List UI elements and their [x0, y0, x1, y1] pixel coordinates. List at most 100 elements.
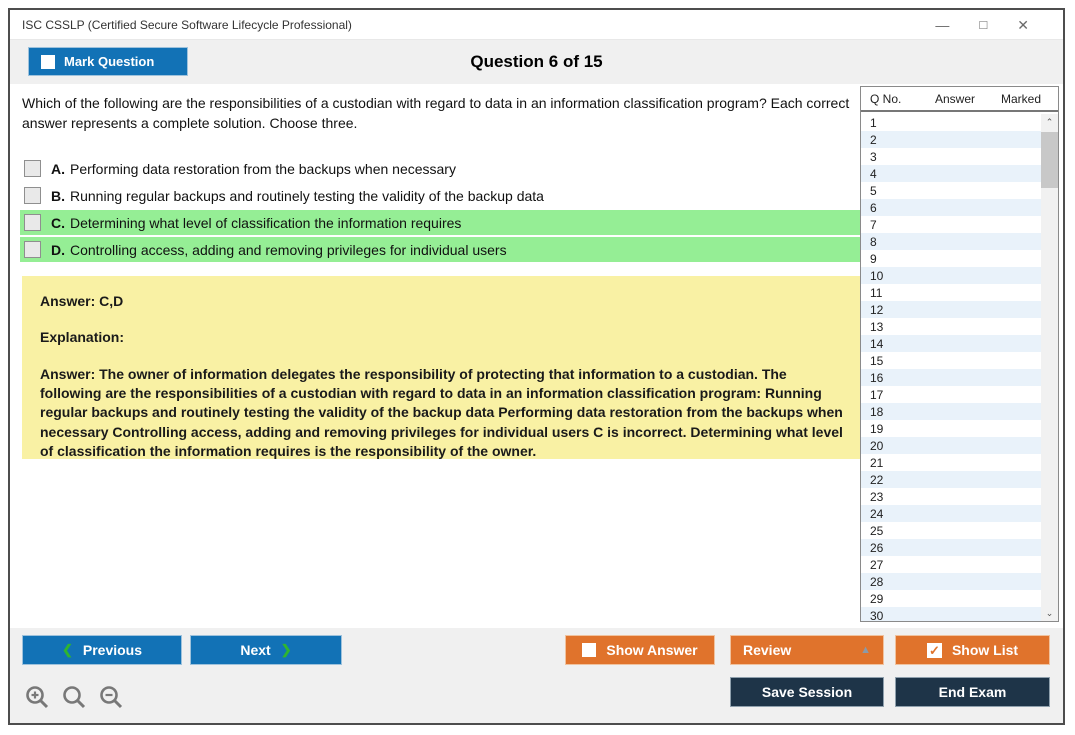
- question-list-row[interactable]: 3: [861, 148, 1041, 165]
- column-marked: Marked: [991, 92, 1051, 106]
- end-exam-button[interactable]: End Exam: [895, 677, 1050, 707]
- question-number: 8: [861, 235, 877, 249]
- option-checkbox[interactable]: [24, 241, 41, 258]
- maximize-icon[interactable]: □: [979, 18, 987, 31]
- scroll-down-icon[interactable]: ⌄: [1041, 605, 1058, 621]
- question-number: 6: [861, 201, 877, 215]
- question-list-row[interactable]: 28: [861, 573, 1041, 590]
- header-band: Mark Question Question 6 of 15: [10, 40, 1063, 84]
- end-exam-label: End Exam: [939, 684, 1007, 700]
- option-text: Running regular backups and routinely te…: [70, 188, 544, 204]
- mark-question-button[interactable]: Mark Question: [28, 47, 188, 76]
- question-list-row[interactable]: 12: [861, 301, 1041, 318]
- question-number: 22: [861, 473, 883, 487]
- question-number: 25: [861, 524, 883, 538]
- show-list-checkbox[interactable]: ✓: [927, 643, 942, 658]
- scroll-up-icon[interactable]: ⌃: [1041, 114, 1058, 130]
- question-list-row[interactable]: 7: [861, 216, 1041, 233]
- show-list-button[interactable]: ✓ Show List: [895, 635, 1050, 665]
- option-c[interactable]: C.Determining what level of classificati…: [20, 210, 862, 235]
- question-list-row[interactable]: 20: [861, 437, 1041, 454]
- question-list-row[interactable]: 13: [861, 318, 1041, 335]
- question-list-row[interactable]: 27: [861, 556, 1041, 573]
- chevron-right-icon: ❯: [281, 642, 292, 658]
- question-text: Which of the following are the responsib…: [22, 94, 867, 133]
- question-list-row[interactable]: 17: [861, 386, 1041, 403]
- next-button[interactable]: Next ❯: [190, 635, 342, 665]
- scrollbar-thumb[interactable]: [1041, 132, 1058, 188]
- question-number: 17: [861, 388, 883, 402]
- option-checkbox[interactable]: [24, 160, 41, 177]
- show-answer-button[interactable]: Show Answer: [565, 635, 715, 665]
- question-list-row[interactable]: 14: [861, 335, 1041, 352]
- show-answer-label: Show Answer: [606, 642, 697, 658]
- question-list-row[interactable]: 21: [861, 454, 1041, 471]
- question-number: 7: [861, 218, 877, 232]
- show-list-label: Show List: [952, 642, 1018, 658]
- question-list-row[interactable]: 23: [861, 488, 1041, 505]
- question-list-row[interactable]: 24: [861, 505, 1041, 522]
- question-number: 30: [861, 609, 883, 622]
- question-list-row[interactable]: 9: [861, 250, 1041, 267]
- review-label: Review: [743, 642, 791, 658]
- question-list-row[interactable]: 10: [861, 267, 1041, 284]
- question-list-row[interactable]: 5: [861, 182, 1041, 199]
- explanation-body: Answer: The owner of information delegat…: [40, 365, 844, 462]
- zoom-in-icon[interactable]: [24, 684, 51, 711]
- question-number: 28: [861, 575, 883, 589]
- question-list-row[interactable]: 25: [861, 522, 1041, 539]
- question-number: 20: [861, 439, 883, 453]
- question-number: 2: [861, 133, 877, 147]
- question-number: 21: [861, 456, 883, 470]
- question-list-scrollbar[interactable]: ⌃ ⌄: [1041, 114, 1058, 621]
- window-controls: — □ ✕: [935, 18, 1063, 32]
- question-number: 1: [861, 116, 877, 130]
- question-number: 11: [861, 286, 882, 300]
- question-list-row[interactable]: 8: [861, 233, 1041, 250]
- option-b[interactable]: B. Running regular backups and routinely …: [20, 183, 862, 208]
- mark-question-checkbox[interactable]: [41, 55, 55, 69]
- question-list-row[interactable]: 2: [861, 131, 1041, 148]
- column-answer: Answer: [919, 92, 991, 106]
- question-list-row[interactable]: 19: [861, 420, 1041, 437]
- option-text: Performing data restoration from the bac…: [70, 161, 456, 177]
- option-letter: B.: [51, 188, 65, 204]
- previous-label: Previous: [83, 642, 142, 658]
- option-checkbox[interactable]: [24, 214, 41, 231]
- option-checkbox[interactable]: [24, 187, 41, 204]
- window-title: ISC CSSLP (Certified Secure Software Lif…: [10, 18, 352, 32]
- question-list-row[interactable]: 22: [861, 471, 1041, 488]
- show-answer-checkbox[interactable]: [582, 643, 596, 657]
- zoom-toolbar: [24, 684, 125, 711]
- answer-line: Answer: C,D: [40, 292, 844, 311]
- column-qno: Q No.: [861, 92, 919, 106]
- option-a[interactable]: A.Performing data restoration from the b…: [20, 156, 862, 181]
- question-list-panel: Q No. Answer Marked 12345678910111213141…: [860, 86, 1059, 622]
- question-number: 26: [861, 541, 883, 555]
- option-d[interactable]: D.Controlling access, adding and removin…: [20, 237, 862, 262]
- question-list-row[interactable]: 15: [861, 352, 1041, 369]
- question-list-row[interactable]: 11: [861, 284, 1041, 301]
- explanation-heading: Explanation:: [40, 328, 844, 347]
- question-list-row[interactable]: 30: [861, 607, 1041, 621]
- minimize-icon[interactable]: —: [935, 18, 949, 32]
- question-list-row[interactable]: 18: [861, 403, 1041, 420]
- option-letter: C.: [51, 215, 65, 231]
- question-number: 24: [861, 507, 883, 521]
- question-list-row[interactable]: 6: [861, 199, 1041, 216]
- close-icon[interactable]: ✕: [1017, 18, 1029, 32]
- question-list-row[interactable]: 1: [861, 114, 1041, 131]
- zoom-out-icon[interactable]: [98, 684, 125, 711]
- question-list-row[interactable]: 16: [861, 369, 1041, 386]
- review-dropdown-button[interactable]: Review ▲: [730, 635, 884, 665]
- question-list-row[interactable]: 29: [861, 590, 1041, 607]
- previous-button[interactable]: ❮ Previous: [22, 635, 182, 665]
- zoom-reset-icon[interactable]: [61, 684, 88, 711]
- save-session-button[interactable]: Save Session: [730, 677, 884, 707]
- question-number: 29: [861, 592, 883, 606]
- chevron-up-icon: ▲: [860, 644, 871, 656]
- question-number: 12: [861, 303, 883, 317]
- question-list-row[interactable]: 26: [861, 539, 1041, 556]
- question-list-row[interactable]: 4: [861, 165, 1041, 182]
- window-body: Which of the following are the responsib…: [10, 84, 1063, 723]
